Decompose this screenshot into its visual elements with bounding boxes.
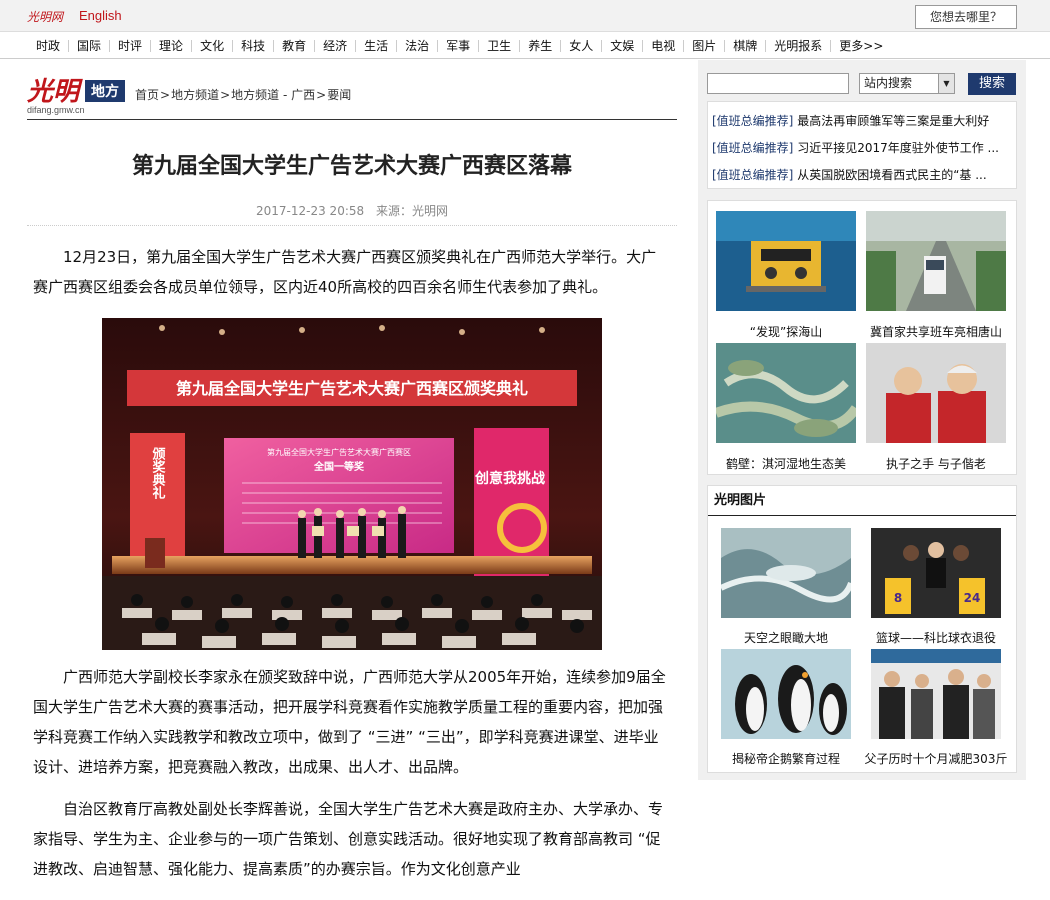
- top-bar: 光明网 English 您想去哪里？: [0, 0, 1050, 32]
- nav-item[interactable]: 卫生: [479, 39, 521, 52]
- nav-item[interactable]: 国际: [69, 39, 111, 52]
- recommend-link[interactable]: 从英国脱欧困境看西式民主的“基 ...: [797, 168, 986, 182]
- photo-thumb-aerial[interactable]: [721, 528, 851, 618]
- list-item[interactable]: [值班总编推荐] 最高法再审顾雏军等三案是重大利好: [712, 108, 1012, 135]
- recommend-tag: [值班总编推荐]: [712, 114, 794, 128]
- article-paragraph: 12月23日，第九届全国大学生广告艺术大赛广西赛区颁奖典礼在广西师范大学举行。大…: [33, 248, 657, 296]
- nav-item[interactable]: 法治: [397, 39, 439, 52]
- article-paragraph: 自治区教育厅高教处副处长李辉善说，全国大学生广告艺术大赛是政府主办、大学承办、专…: [33, 800, 664, 878]
- svg-text:光明网: 光明网: [27, 10, 65, 24]
- breadcrumb: 首页>地方频道>地方频道 - 广西>要闻: [135, 88, 352, 102]
- nav-item[interactable]: 文化: [192, 39, 234, 52]
- english-link[interactable]: English: [79, 8, 122, 23]
- photo-thumb-penguins[interactable]: [721, 649, 851, 739]
- article-title: 第九届全国大学生广告艺术大赛广西赛区落幕: [131, 153, 572, 179]
- nav-item[interactable]: 军事: [438, 39, 480, 52]
- svg-text:地方: 地方: [91, 83, 119, 100]
- svg-text:光明: 光明: [27, 77, 83, 107]
- photo-caption[interactable]: 篮球——科比球衣退役: [861, 629, 1011, 646]
- search-input[interactable]: [707, 73, 849, 94]
- breadcrumb-news[interactable]: 要闻: [327, 88, 351, 102]
- recommend-link[interactable]: 最高法再审顾雏军等三案是重大利好: [797, 114, 989, 128]
- nav-item[interactable]: 文娱: [602, 39, 644, 52]
- breadcrumb-guangxi[interactable]: 地方频道 - 广西: [231, 88, 315, 102]
- photo-caption[interactable]: 执子之手 与子偕老: [861, 455, 1011, 472]
- list-item[interactable]: [值班总编推荐] 从英国脱欧困境看西式民主的“基 ...: [712, 162, 1012, 189]
- article-paragraph: 广西师范大学副校长李家永在颁奖致辞中说，广西师范大学从2005年开始，连续参加9…: [33, 668, 666, 776]
- nav-item[interactable]: 养生: [520, 39, 562, 52]
- search-scope-value: 站内搜索: [864, 76, 913, 90]
- svg-text:创意我挑战: 创意我挑战: [474, 470, 545, 487]
- search-scope-select[interactable]: 站内搜索 ▼: [859, 73, 955, 94]
- photo-thumb-wetland[interactable]: [716, 343, 856, 443]
- nav-item[interactable]: 教育: [274, 39, 316, 52]
- channel-logo[interactable]: 光明 地方 difang.gmw.cn: [27, 70, 127, 115]
- nav-item[interactable]: 电视: [643, 39, 685, 52]
- article-source: 来源：光明网: [375, 204, 448, 218]
- photo-grid: “发现”探海山 冀首家共享班车亮相唐山 鹤壁：淇河湿地生态美 执子之手 与子偕老: [707, 200, 1017, 475]
- svg-text:全国一等奖: 全国一等奖: [313, 460, 365, 473]
- photo-thumb-father-son[interactable]: [871, 649, 1001, 739]
- svg-text:颁奖典礼: 颁奖典礼: [150, 447, 166, 500]
- channel-header: 光明 地方 difang.gmw.cn 首页>地方频道>地方频道 - 广西>要闻: [27, 60, 677, 120]
- nav-item[interactable]: 光明报系: [766, 39, 832, 52]
- svg-text:24: 24: [964, 591, 981, 605]
- photo-thumb-deep-sea[interactable]: [716, 211, 856, 311]
- photo-thumb-bus[interactable]: [866, 211, 1006, 311]
- svg-text:第九届全国大学生广告艺术大赛广西赛区: 第九届全国大学生广告艺术大赛广西赛区: [267, 447, 411, 457]
- photo-thumb-couple[interactable]: [866, 343, 1006, 443]
- sidebar: 站内搜索 ▼ 搜索 [值班总编推荐] 最高法再审顾雏军等三案是重大利好 [值班总…: [698, 60, 1026, 780]
- breadcrumb-channel[interactable]: 地方频道: [171, 88, 219, 102]
- where-to-go-button[interactable]: 您想去哪里？: [915, 5, 1017, 29]
- nav-item[interactable]: 时评: [110, 39, 152, 52]
- photo-thumb-basketball[interactable]: 8 24: [871, 528, 1001, 618]
- gmw-logo-icon[interactable]: 光明网: [27, 8, 73, 25]
- chevron-down-icon[interactable]: ▼: [938, 74, 954, 93]
- gmw-photos-section: 光明图片 8 24 天空之眼瞰大地 篮球——科比球衣退役 揭秘帝企鹅繁育过程 父…: [707, 485, 1017, 773]
- photo-caption[interactable]: 父子历时十个月减肥303斤: [861, 750, 1011, 767]
- nav-item[interactable]: 经济: [315, 39, 357, 52]
- nav-item[interactable]: 科技: [233, 39, 275, 52]
- recommend-tag: [值班总编推荐]: [712, 141, 794, 155]
- recommend-link[interactable]: 习近平接见2017年度驻外使节工作 ...: [797, 141, 999, 155]
- nav-item[interactable]: 棋牌: [725, 39, 767, 52]
- nav-item[interactable]: 女人: [561, 39, 603, 52]
- svg-text:difang.gmw.cn: difang.gmw.cn: [27, 105, 85, 115]
- article-column: 光明 地方 difang.gmw.cn 首页>地方频道>地方频道 - 广西>要闻…: [27, 60, 677, 884]
- photo-caption[interactable]: 鹤壁：淇河湿地生态美: [711, 455, 861, 472]
- nav-item[interactable]: 生活: [356, 39, 398, 52]
- photo-caption[interactable]: 揭秘帝企鹅繁育过程: [711, 750, 861, 767]
- svg-text:8: 8: [894, 591, 902, 605]
- article-date: 2017-12-23 20:58: [256, 204, 365, 218]
- nav-item[interactable]: 更多>>: [831, 40, 891, 52]
- main-nav: 时政 国际 时评 理论 文化 科技 教育 经济 生活 法治 军事 卫生 养生 女人 文娱 电视 图片 棋牌 光明报系…: [0, 32, 1050, 59]
- editor-recommend-list: [值班总编推荐] 最高法再审顾雏军等三案是重大利好 [值班总编推荐] 习近平接见…: [707, 101, 1017, 189]
- photo-caption[interactable]: “发现”探海山: [711, 323, 861, 340]
- nav-item[interactable]: 理论: [151, 39, 193, 52]
- section-title[interactable]: 光明图片: [708, 486, 1016, 516]
- article-meta: 2017-12-23 20:58 来源：光明网: [27, 202, 677, 226]
- nav-item[interactable]: 时政: [28, 39, 70, 52]
- recommend-tag: [值班总编推荐]: [712, 168, 794, 182]
- list-item[interactable]: [值班总编推荐] 习近平接见2017年度驻外使节工作 ...: [712, 135, 1012, 162]
- nav-item[interactable]: 图片: [684, 39, 726, 52]
- nav-list: 时政 国际 时评 理论 文化 科技 教育 经济 生活 法治 军事 卫生 养生 女人 文娱 电视 图片 棋牌 光明报系…: [28, 32, 891, 59]
- photo-caption[interactable]: 天空之眼瞰大地: [711, 629, 861, 646]
- photo-caption[interactable]: 冀首家共享班车亮相唐山: [861, 323, 1011, 340]
- article-photo: 第九届全国大学生广告艺术大赛广西赛区颁奖典礼 颁奖典礼 创意我挑战 第九届全国大…: [102, 318, 602, 650]
- search-button[interactable]: 搜索: [968, 73, 1016, 95]
- svg-text:第九届全国大学生广告艺术大赛广西赛区颁奖典礼: 第九届全国大学生广告艺术大赛广西赛区颁奖典礼: [176, 379, 528, 398]
- breadcrumb-home[interactable]: 首页: [135, 88, 159, 102]
